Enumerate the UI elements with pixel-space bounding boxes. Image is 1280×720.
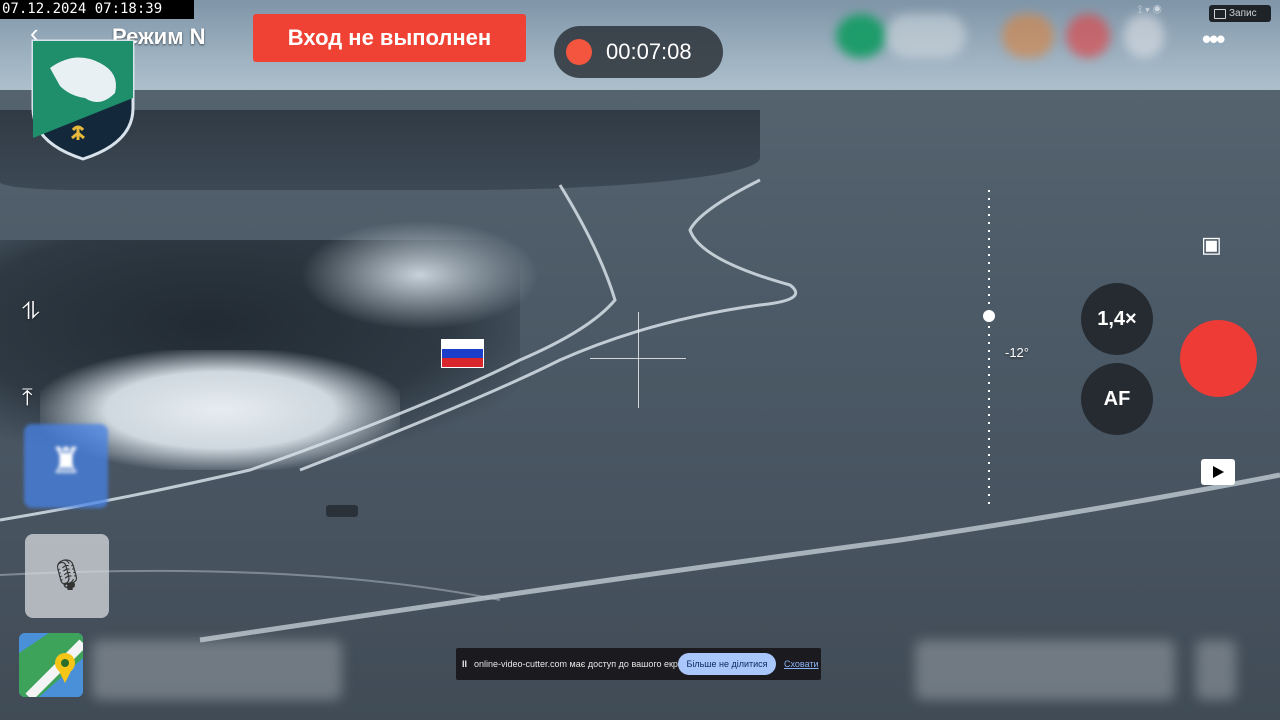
unit-emblem xyxy=(31,39,135,161)
mic-off-icon: 🎙 xyxy=(47,559,87,592)
rec-chip-label: Запис xyxy=(1229,8,1257,19)
system-tray-icons: ⟟ ▾ ◉ xyxy=(1138,4,1162,16)
gps-status-blur xyxy=(886,14,966,58)
crosshair-vertical xyxy=(638,312,639,408)
castle-tile[interactable]: ♜ xyxy=(24,424,108,508)
screen-record-chip[interactable]: Запис xyxy=(1209,5,1271,22)
telemetry-right-blur xyxy=(915,640,1175,700)
recording-timer: 00:07:08 xyxy=(606,39,692,64)
mic-off-button[interactable]: 🎙 xyxy=(25,534,109,618)
crosshair-horizontal xyxy=(590,358,686,359)
login-status-banner[interactable]: Вход не выполнен xyxy=(253,14,526,62)
timestamp: 07.12.2024 07:18:39 xyxy=(0,0,194,19)
zoom-button[interactable]: 1,4× xyxy=(1081,283,1153,355)
stop-sharing-button[interactable]: Більше не ділитися xyxy=(678,653,776,675)
autofocus-button[interactable]: AF xyxy=(1081,363,1153,435)
map-icon[interactable] xyxy=(19,633,83,697)
wifi-status-icon xyxy=(1124,14,1164,58)
zoom-ruler[interactable] xyxy=(988,190,990,510)
gimbal-icon[interactable]: ⥮ xyxy=(22,298,39,326)
camera-icon xyxy=(1214,9,1226,19)
track-lines xyxy=(0,178,1280,643)
camera-feed xyxy=(0,0,1280,720)
castle-icon: ♜ xyxy=(49,440,83,481)
gps-status-icon xyxy=(836,14,886,58)
shutter-button[interactable] xyxy=(1180,320,1257,397)
signal-status-icon xyxy=(1002,14,1054,58)
share-message: online-video-cutter.com має доступ до ва… xyxy=(474,659,696,669)
vehicle xyxy=(326,505,358,517)
record-dot-icon xyxy=(566,39,592,65)
hide-link[interactable]: Сховати xyxy=(784,648,819,680)
play-icon[interactable] xyxy=(1201,459,1235,485)
pause-icon: II xyxy=(462,659,468,669)
telemetry-left-blur xyxy=(92,640,342,700)
more-dots-icon[interactable]: ••• xyxy=(1202,24,1225,55)
gallery-icon[interactable]: ▣ xyxy=(1201,232,1222,258)
zoom-knob[interactable] xyxy=(983,310,995,322)
tilt-label: -12° xyxy=(1005,345,1029,360)
battery-status-icon xyxy=(1066,14,1110,58)
screen-share-bar: II online-video-cutter.com має доступ до… xyxy=(456,648,821,680)
recording-indicator: 00:07:08 xyxy=(554,26,723,78)
return-home-icon[interactable]: ⤒ xyxy=(22,384,33,412)
telemetry-icon-blur xyxy=(1196,640,1236,700)
russian-flag-icon xyxy=(441,339,484,368)
